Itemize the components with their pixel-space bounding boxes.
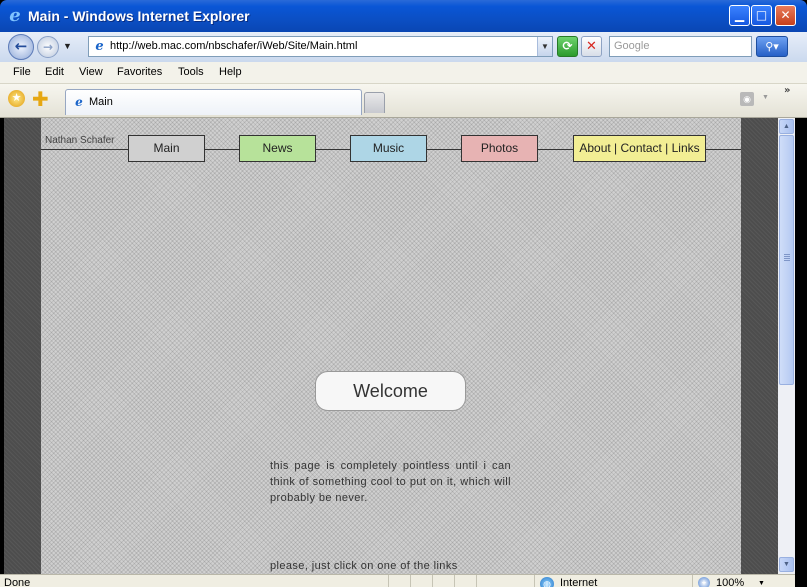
status-divider — [692, 575, 693, 587]
welcome-heading: Welcome — [315, 371, 466, 411]
vertical-scrollbar[interactable]: ▲ ▼ — [778, 118, 795, 574]
address-dropdown-button[interactable]: ▼ — [537, 37, 552, 56]
intro-text: this page is completely pointless until … — [270, 460, 511, 504]
tab-main[interactable]: e Main — [65, 89, 362, 115]
status-divider — [388, 575, 389, 587]
menu-bar: File Edit View Favorites Tools Help — [0, 62, 807, 84]
menu-edit[interactable]: Edit — [45, 66, 64, 78]
menu-tools[interactable]: Tools — [178, 66, 204, 78]
status-divider — [476, 575, 477, 587]
address-bar[interactable]: e http://web.mac.com/nbschafer/iWeb/Site… — [88, 36, 553, 57]
page-border-right — [741, 118, 778, 574]
toolbar-overflow-button[interactable]: » — [784, 85, 790, 96]
window-edge — [795, 118, 807, 587]
recent-pages-dropdown[interactable]: ▼ — [63, 41, 72, 51]
navigation-bar: ← → ▼ e http://web.mac.com/nbschafer/iWe… — [0, 32, 807, 62]
maximize-button[interactable]: □ — [751, 5, 772, 26]
search-input[interactable]: Google — [609, 36, 752, 57]
ie-logo-icon: e — [9, 5, 21, 26]
title-bar: e Main - Windows Internet Explorer ▁ □ ✕ — [0, 0, 807, 32]
menu-view[interactable]: View — [79, 66, 103, 78]
search-button[interactable]: ⚲▾ — [756, 36, 788, 57]
scroll-thumb[interactable] — [779, 135, 794, 385]
close-window-button[interactable]: ✕ — [775, 5, 796, 26]
nav-link-about-contact-links[interactable]: About | Contact | Links — [573, 135, 706, 162]
zoom-level[interactable]: 100% — [716, 577, 744, 587]
menu-help[interactable]: Help — [219, 66, 242, 78]
nav-link-main[interactable]: Main — [128, 135, 205, 162]
status-bar: Done ◍ Internet + 100% ▼ — [0, 574, 795, 587]
site-name: Nathan Schafer — [45, 135, 115, 146]
minimize-button[interactable]: ▁ — [729, 5, 750, 26]
nav-link-photos[interactable]: Photos — [461, 135, 538, 162]
scroll-up-button[interactable]: ▲ — [779, 119, 794, 134]
page-viewport: Nathan Schafer Main News Music Photos Ab… — [4, 118, 778, 574]
rss-feed-icon[interactable]: ◉ — [740, 92, 754, 106]
status-divider — [534, 575, 535, 587]
stop-button[interactable]: ✕ — [581, 36, 602, 57]
links-hint-text: please, just click on one of the links — [270, 560, 458, 572]
chevron-down-icon[interactable]: ▼ — [762, 94, 769, 101]
globe-icon: ◍ — [540, 577, 554, 587]
page-icon: e — [95, 39, 104, 54]
tab-label: Main — [89, 96, 113, 108]
page-border-left — [4, 118, 41, 574]
back-button[interactable]: ← — [8, 34, 34, 60]
status-text: Done — [4, 577, 31, 587]
nav-link-music[interactable]: Music — [350, 135, 427, 162]
forward-button[interactable]: → — [37, 36, 59, 58]
menu-file[interactable]: File — [13, 66, 31, 78]
zoom-dropdown-icon[interactable]: ▼ — [758, 580, 765, 587]
nav-link-news[interactable]: News — [239, 135, 316, 162]
status-divider — [410, 575, 411, 587]
star-icon[interactable]: ★ — [8, 90, 25, 107]
zoom-icon[interactable]: + — [698, 577, 710, 587]
address-url[interactable]: http://web.mac.com/nbschafer/iWeb/Site/M… — [110, 40, 357, 52]
thumb-grip — [784, 254, 790, 262]
status-divider — [432, 575, 433, 587]
tab-page-icon: e — [75, 95, 83, 109]
status-divider — [454, 575, 455, 587]
menu-favorites[interactable]: Favorites — [117, 66, 162, 78]
plus-icon[interactable]: ✚ — [32, 87, 49, 111]
new-tab-button[interactable] — [364, 92, 385, 113]
security-zone[interactable]: Internet — [560, 577, 597, 587]
window-title: Main - Windows Internet Explorer — [28, 8, 250, 24]
refresh-button[interactable]: ⟳ — [557, 36, 578, 57]
tab-bar: ★ ✚ e Main ◉ ▼ » — [0, 84, 807, 118]
scroll-down-button[interactable]: ▼ — [779, 557, 794, 572]
